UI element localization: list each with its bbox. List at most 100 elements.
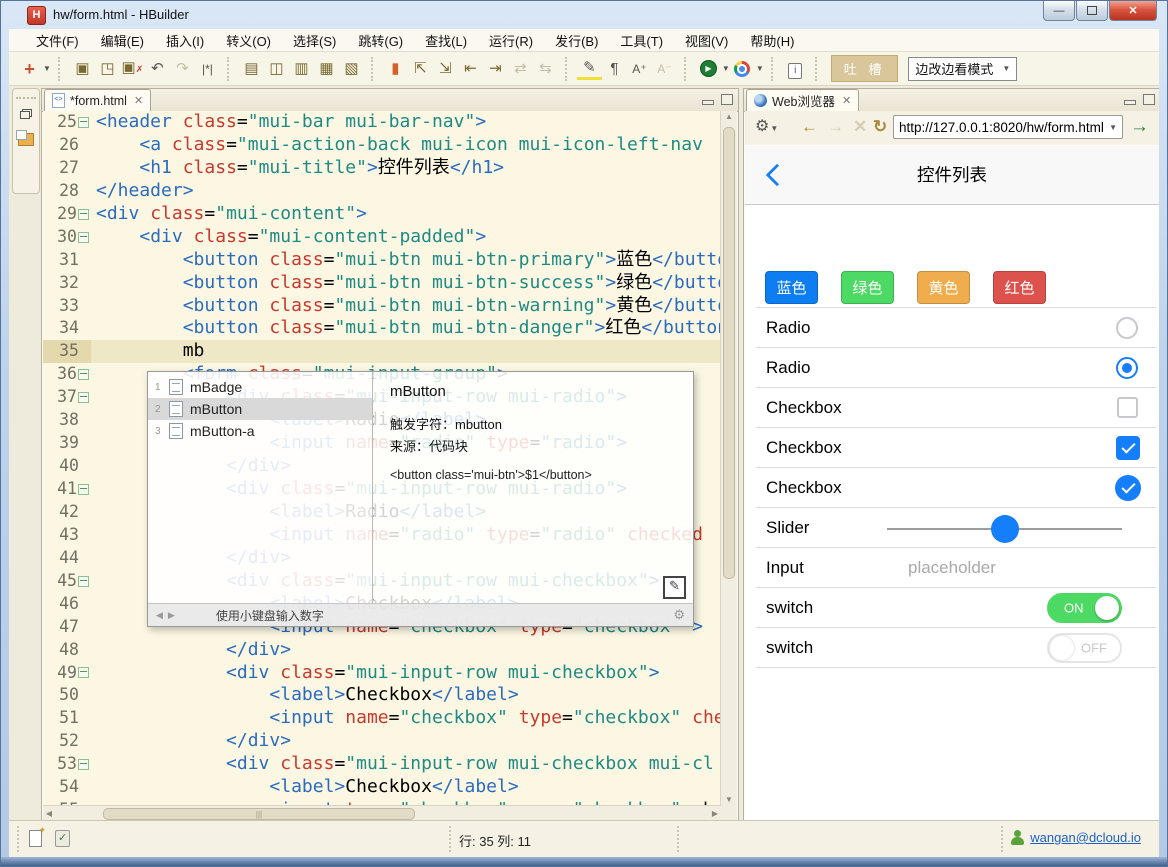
restore-panel-icon[interactable] (20, 109, 32, 119)
code-line[interactable]: 35 mb (43, 340, 721, 363)
scroll-up-icon[interactable]: ▲ (721, 111, 737, 123)
autocomplete-item[interactable]: 3mButton-a (148, 420, 372, 442)
refresh-icon[interactable]: ↻ (873, 116, 887, 138)
menu-item[interactable]: 帮助(H) (739, 29, 805, 52)
wrap-line-icon[interactable]: ▥ (289, 57, 314, 81)
menu-item[interactable]: 视图(V) (674, 29, 739, 52)
code-line[interactable]: 27 <h1 class="mui-title">控件列表</h1> (43, 157, 721, 180)
address-bar[interactable]: http://127.0.0.1:8020/hw/form.html ▼ (893, 115, 1123, 139)
edit-view-mode-select[interactable]: 边改边看模式 ▼ (908, 57, 1017, 81)
editor-tab-form-html[interactable]: <> *form.html ✕ (44, 89, 151, 111)
save-icon[interactable]: ▣ (70, 57, 95, 81)
close-browser-tab-icon[interactable]: ✕ (842, 94, 851, 107)
menu-item[interactable]: 编辑(E) (90, 29, 155, 52)
code-line[interactable]: 25<header class="mui-bar mui-bar-nav"> (43, 111, 721, 134)
edit-snippet-icon[interactable]: ✎ (663, 576, 686, 599)
redo-icon[interactable]: ↷ (170, 57, 195, 81)
browser-settings-icon[interactable]: ⚙▼ (755, 116, 778, 140)
close-tab-icon[interactable]: ✕ (134, 94, 143, 107)
font-increase-icon[interactable]: A⁺ (627, 57, 652, 81)
switch-control[interactable]: OFF (1047, 633, 1122, 663)
code-line[interactable]: 26 <a class="mui-action-back mui-icon mu… (43, 134, 721, 157)
chrome-browser-button[interactable] (730, 57, 755, 81)
move-down-icon[interactable]: ▧ (339, 57, 364, 81)
round-checkbox-control[interactable] (1115, 475, 1141, 501)
save-all-icon[interactable]: ◳ (95, 57, 120, 81)
menu-item[interactable]: 跳转(G) (347, 29, 414, 52)
pilcrow-icon[interactable]: ¶ (602, 57, 627, 81)
account-link[interactable]: wangan@dcloud.io (1030, 830, 1141, 845)
fold-marker-icon[interactable] (78, 232, 89, 243)
code-line[interactable]: 29<div class="mui-content"> (43, 203, 721, 226)
slider-thumb[interactable] (991, 515, 1019, 543)
next-page-icon[interactable]: ▶ (168, 610, 175, 621)
compare-left-icon[interactable]: ⇄ (508, 57, 533, 81)
jump-prev-icon[interactable]: ⇤ (458, 57, 483, 81)
color-button[interactable]: 绿色 (841, 271, 894, 304)
scroll-down-icon[interactable]: ▼ (721, 794, 737, 806)
autocomplete-settings-icon[interactable]: ⚙ (673, 607, 685, 623)
move-up-icon[interactable]: ▦ (314, 57, 339, 81)
radio-control[interactable] (1116, 357, 1138, 379)
jump-next-icon[interactable]: ⇥ (483, 57, 508, 81)
code-line[interactable]: 52 </div> (43, 730, 721, 753)
menu-item[interactable]: 选择(S) (282, 29, 347, 52)
code-line[interactable]: 30 <div class="mui-content-padded"> (43, 226, 721, 249)
go-icon[interactable]: → (1130, 116, 1149, 138)
radio-control[interactable] (1116, 317, 1138, 339)
prev-page-icon[interactable]: ◀ (156, 610, 163, 621)
code-line[interactable]: 34 <button class="mui-btn mui-btn-danger… (43, 317, 721, 340)
block-outdent-icon[interactable]: ◫ (264, 57, 289, 81)
autocomplete-item[interactable]: 1mBadge (148, 376, 372, 398)
web-browser-tab[interactable]: Web浏览器 ✕ (746, 89, 859, 111)
new-file-button[interactable]: + (17, 57, 42, 81)
menu-item[interactable]: 发行(B) (544, 29, 609, 52)
fold-marker-icon[interactable] (78, 209, 89, 220)
slider-track[interactable] (887, 528, 1122, 530)
code-line[interactable]: 48 </div> (43, 639, 721, 662)
strip-drag-handle[interactable] (16, 91, 36, 99)
bookmark-icon[interactable]: ▮ (383, 57, 408, 81)
undo-icon[interactable]: ↶ (145, 57, 170, 81)
fold-marker-icon[interactable] (78, 392, 89, 403)
new-snippet-icon[interactable] (29, 830, 42, 847)
url-text[interactable]: http://127.0.0.1:8020/hw/form.html (899, 120, 1106, 135)
url-dropdown-icon[interactable]: ▼ (1109, 123, 1117, 132)
menu-item[interactable]: 转义(O) (215, 29, 282, 52)
browser-dropdown-icon[interactable]: ▼ (756, 64, 764, 73)
switch-control[interactable]: ON (1047, 593, 1122, 623)
code-line[interactable]: 53 <div class="mui-input-row mui-checkbo… (43, 753, 721, 776)
code-line[interactable]: 50 <label>Checkbox</label> (43, 684, 721, 707)
fold-marker-icon[interactable] (78, 667, 89, 678)
maximize-browser-panel-icon[interactable] (1143, 94, 1155, 105)
text-input[interactable]: placeholder (908, 558, 996, 578)
color-button[interactable]: 红色 (993, 271, 1046, 304)
forward-icon[interactable]: → (827, 116, 844, 138)
code-line[interactable]: 31 <button class="mui-btn mui-btn-primar… (43, 249, 721, 272)
back-icon[interactable]: ← (801, 116, 818, 138)
maximize-panel-icon[interactable] (721, 94, 733, 105)
vertical-scroll-thumb[interactable] (723, 127, 735, 579)
minimize-window-button[interactable]: — (1043, 1, 1075, 21)
code-line[interactable]: 33 <button class="mui-btn mui-btn-warnin… (43, 295, 721, 318)
highlighter-icon[interactable]: ✎ (577, 58, 602, 80)
minimize-panel-icon[interactable] (702, 100, 714, 105)
code-line[interactable]: 49 <div class="mui-input-row mui-checkbo… (43, 662, 721, 685)
fold-marker-icon[interactable] (78, 484, 89, 495)
horizontal-scroll-thumb[interactable] (103, 808, 415, 820)
code-line[interactable]: 32 <button class="mui-btn mui-btn-succes… (43, 272, 721, 295)
project-explorer-icon[interactable] (18, 133, 34, 146)
color-button[interactable]: 蓝色 (765, 271, 818, 304)
help-doc-icon[interactable]: i (783, 57, 808, 81)
fold-marker-icon[interactable] (78, 576, 89, 587)
checkbox-control[interactable] (1117, 397, 1138, 418)
editor-vertical-scrollbar[interactable]: ▲ ▼ (720, 111, 737, 806)
run-button[interactable]: ▶ (696, 57, 721, 81)
code-line[interactable]: 54 <label>Checkbox</label> (43, 776, 721, 799)
run-dropdown-icon[interactable]: ▼ (722, 64, 730, 73)
fold-marker-icon[interactable] (78, 369, 89, 380)
autocomplete-item[interactable]: 2mButton (148, 398, 372, 420)
code-line[interactable]: 28</header> (43, 180, 721, 203)
task-check-icon[interactable] (55, 830, 70, 847)
revert-save-icon[interactable]: ▣✗ (120, 56, 145, 81)
